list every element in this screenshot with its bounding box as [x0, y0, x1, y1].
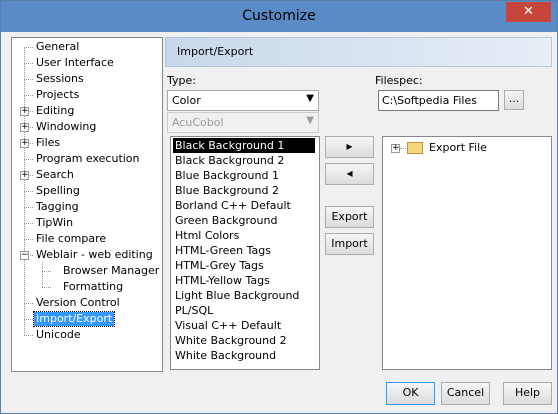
- tree-item[interactable]: Browser Manager: [61, 264, 161, 278]
- expand-icon[interactable]: +: [391, 144, 400, 153]
- tree-connector: [24, 223, 33, 224]
- tree-connector: [24, 47, 33, 48]
- export-file-node[interactable]: Export File: [429, 141, 487, 154]
- tree-item[interactable]: File compare: [34, 232, 108, 246]
- filespec-label: Filespec:: [375, 74, 423, 87]
- tree-connector: [400, 148, 406, 149]
- tree-connector: [24, 95, 33, 96]
- collapse-icon[interactable]: −: [20, 251, 29, 260]
- type-select-value: Color: [172, 94, 201, 107]
- import-button[interactable]: Import: [325, 233, 374, 255]
- list-item[interactable]: White Background 2: [173, 333, 315, 348]
- category-tree[interactable]: General User Interface Sessions Projects + Ed…: [11, 37, 163, 372]
- tree-connector: [42, 271, 51, 272]
- tree-item[interactable]: Unicode: [34, 328, 83, 342]
- tree-item[interactable]: Weblair - web editing: [34, 248, 155, 262]
- tree-connector: [42, 262, 43, 287]
- tree-item[interactable]: Spelling: [34, 184, 82, 198]
- list-item[interactable]: Html Colors: [173, 228, 315, 243]
- ok-button[interactable]: OK: [386, 382, 435, 405]
- tree-item[interactable]: Import/Export: [32, 311, 116, 327]
- color-scheme-list[interactable]: Black Background 1 Black Background 2 Blue…: [170, 136, 320, 370]
- list-item[interactable]: Blue Background 2: [173, 183, 315, 198]
- tree-connector: [24, 319, 33, 320]
- arrow-right-icon: ▸: [346, 139, 353, 153]
- filespec-input[interactable]: C:\Softpedia Files: [378, 90, 499, 111]
- tree-item[interactable]: Files: [34, 136, 62, 150]
- tree-connector: [42, 287, 51, 288]
- tree-item[interactable]: TipWin: [34, 216, 75, 230]
- tree-item[interactable]: User Interface: [34, 56, 116, 70]
- tree-connector: [24, 191, 33, 192]
- window-title: Customize: [242, 8, 316, 24]
- tree-item[interactable]: Tagging: [34, 200, 81, 214]
- help-button[interactable]: Help: [503, 382, 552, 405]
- dialog-body: General User Interface Sessions Projects + Ed…: [8, 32, 552, 406]
- title-bar: Customize ✕: [1, 1, 557, 32]
- tree-connector: [24, 239, 33, 240]
- tree-item[interactable]: Windowing: [34, 120, 98, 134]
- chevron-down-icon: ▼: [306, 115, 314, 126]
- expand-icon[interactable]: +: [20, 171, 29, 180]
- list-item[interactable]: Light Blue Background: [173, 288, 315, 303]
- move-right-button[interactable]: ▸: [325, 136, 374, 158]
- expand-icon[interactable]: +: [20, 107, 29, 116]
- list-item[interactable]: White Background: [173, 348, 315, 363]
- tree-item[interactable]: Search: [34, 168, 76, 182]
- tree-connector: [24, 159, 33, 160]
- arrow-left-icon: ◂: [346, 166, 353, 180]
- tree-connector: [24, 335, 33, 336]
- tree-item[interactable]: Version Control: [34, 296, 122, 310]
- chevron-down-icon: ▼: [306, 93, 314, 104]
- type-label: Type:: [167, 74, 196, 87]
- tree-item[interactable]: Editing: [34, 104, 76, 118]
- list-item[interactable]: Green Background: [173, 213, 315, 228]
- tree-item[interactable]: General: [34, 40, 81, 54]
- list-item[interactable]: Borland C++ Default: [173, 198, 315, 213]
- list-item[interactable]: Blue Background 1: [173, 168, 315, 183]
- tree-connector: [24, 79, 33, 80]
- close-button[interactable]: ✕: [506, 2, 551, 22]
- tree-item[interactable]: Projects: [34, 88, 81, 102]
- tree-item[interactable]: Sessions: [34, 72, 86, 86]
- tree-item[interactable]: Formatting: [61, 280, 125, 294]
- tree-item[interactable]: Program execution: [34, 152, 142, 166]
- customize-dialog: Customize ✕ General User Interface Session…: [0, 0, 558, 414]
- panel-header: Import/Export: [165, 37, 552, 67]
- list-item[interactable]: HTML-Grey Tags: [173, 258, 315, 273]
- tree-connector: [24, 303, 33, 304]
- browse-button[interactable]: ...: [504, 90, 524, 110]
- type-select[interactable]: Color ▼: [167, 90, 319, 111]
- subtype-select: AcuCobol ▼: [167, 112, 319, 133]
- folder-icon: [407, 142, 423, 154]
- export-button[interactable]: Export: [325, 206, 374, 228]
- expand-icon[interactable]: +: [20, 139, 29, 148]
- list-item[interactable]: Black Background 1: [173, 138, 315, 153]
- list-item[interactable]: HTML-Yellow Tags: [173, 273, 315, 288]
- subtype-select-value: AcuCobol: [172, 116, 224, 129]
- cancel-button[interactable]: Cancel: [441, 382, 490, 405]
- list-item[interactable]: Visual C++ Default: [173, 318, 315, 333]
- filespec-value: C:\Softpedia Files: [382, 94, 477, 107]
- panel-title: Import/Export: [177, 45, 254, 58]
- list-item[interactable]: HTML-Green Tags: [173, 243, 315, 258]
- move-left-button[interactable]: ◂: [325, 163, 374, 185]
- export-file-tree[interactable]: + Export File: [382, 136, 552, 370]
- expand-icon[interactable]: +: [20, 123, 29, 132]
- list-item[interactable]: Black Background 2: [173, 153, 315, 168]
- tree-connector: [24, 207, 33, 208]
- tree-connector: [24, 63, 33, 64]
- list-item[interactable]: PL/SQL: [173, 303, 315, 318]
